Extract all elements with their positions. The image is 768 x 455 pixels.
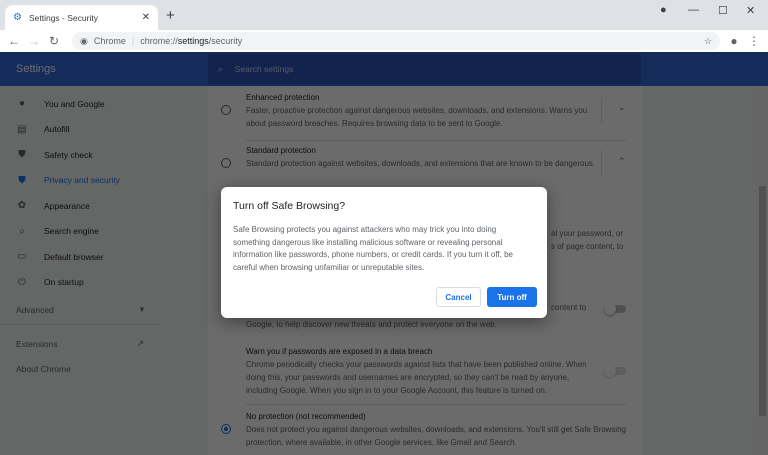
settings-header: Settings ⌕ Search settings bbox=[0, 52, 768, 86]
search-icon: ⌕ bbox=[218, 63, 223, 74]
minimize-button[interactable]: — bbox=[688, 4, 699, 16]
partial-text-1: al your password, or bbox=[551, 229, 624, 238]
forward-icon[interactable]: → bbox=[24, 34, 44, 48]
palette-icon: ✿ bbox=[17, 200, 27, 212]
dialog-title: Turn off Safe Browsing? bbox=[233, 200, 346, 212]
address-bar[interactable]: ◉ Chrome | chrome://settings/security ☆ bbox=[72, 32, 720, 50]
sidebar-about-chrome[interactable]: About Chrome bbox=[0, 356, 160, 381]
chrome-icon: ◉ bbox=[80, 35, 88, 46]
sidebar-item-privacy[interactable]: ⛊ Privacy and security bbox=[0, 168, 200, 194]
option-no-protection: No protection (not recommended) Does not … bbox=[246, 412, 626, 447]
maximize-button[interactable]: ☐ bbox=[718, 4, 728, 17]
shield-check-icon: ⛊ bbox=[18, 149, 26, 161]
profile-menu-icon[interactable]: ● bbox=[660, 4, 667, 16]
site-chip: Chrome bbox=[93, 36, 126, 46]
sidebar-item-autofill[interactable]: ▤ Autofill bbox=[0, 117, 200, 143]
tab-title: Settings - Security bbox=[28, 12, 98, 23]
sidebar-item-on-startup[interactable]: ⏻ On startup bbox=[0, 270, 200, 296]
back-icon[interactable]: ← bbox=[4, 34, 24, 48]
radio-standard[interactable] bbox=[221, 158, 231, 168]
account-icon[interactable]: ● bbox=[724, 34, 744, 48]
url-text: chrome://settings/security bbox=[140, 36, 243, 46]
sidebar-item-search-engine[interactable]: ⌕ Search engine bbox=[0, 219, 200, 245]
turn-off-button[interactable]: Turn off bbox=[487, 287, 537, 307]
shield-icon: ⛊ bbox=[18, 174, 26, 186]
expand-enhanced-icon[interactable]: ⌄ bbox=[618, 102, 626, 113]
external-link-icon: ↗ bbox=[136, 338, 144, 348]
turn-off-safe-browsing-dialog: Turn off Safe Browsing? Safe Browsing pr… bbox=[221, 187, 547, 318]
menu-icon[interactable]: ⋮ bbox=[744, 34, 764, 48]
option-enhanced: Enhanced protection Faster, proactive pro… bbox=[246, 93, 588, 128]
reload-icon[interactable]: ↻ bbox=[44, 34, 64, 48]
power-icon: ⏻ bbox=[18, 276, 26, 288]
browser-icon: ▭ bbox=[17, 251, 27, 263]
toggle-help-improve[interactable] bbox=[604, 303, 626, 315]
close-tab-icon[interactable]: ✕ bbox=[142, 12, 150, 23]
tab-strip: ⚙ Settings - Security ✕ + ● — ☐ ✕ bbox=[0, 0, 768, 30]
toggle-password-breach[interactable] bbox=[604, 365, 626, 377]
search-icon: ⌕ bbox=[19, 225, 25, 237]
search-input[interactable]: ⌕ Search settings bbox=[208, 54, 641, 84]
sidebar-item-appearance[interactable]: ✿ Appearance bbox=[0, 193, 200, 219]
radio-enhanced[interactable] bbox=[221, 105, 231, 115]
bookmark-star-icon[interactable]: ☆ bbox=[704, 36, 712, 47]
scrollbar-thumb[interactable] bbox=[759, 186, 766, 416]
search-placeholder: Search settings bbox=[234, 64, 294, 74]
partial-text-4: Google, to help discover new threats and… bbox=[246, 320, 497, 329]
page-title: Settings bbox=[16, 63, 56, 75]
radio-no-protection[interactable] bbox=[221, 424, 231, 434]
dropdown-arrow-icon: ▾ bbox=[139, 304, 144, 314]
gear-icon: ⚙ bbox=[13, 12, 22, 23]
clipboard-icon: ▤ bbox=[17, 123, 27, 135]
sidebar-item-you-and-google[interactable]: ● You and Google bbox=[0, 91, 200, 117]
close-window-button[interactable]: ✕ bbox=[746, 4, 755, 17]
partial-text-2: s of page content, to bbox=[551, 242, 624, 251]
sidebar-advanced[interactable]: Advanced ▾ bbox=[0, 295, 160, 325]
new-tab-button[interactable]: + bbox=[166, 7, 175, 24]
collapse-standard-icon[interactable]: ⌃ bbox=[618, 156, 626, 167]
sidebar-item-default-browser[interactable]: ▭ Default browser bbox=[0, 244, 200, 270]
partial-text-3: content to bbox=[551, 303, 587, 312]
toolbar: ← → ↻ ◉ Chrome | chrome://settings/secur… bbox=[0, 30, 768, 52]
sidebar: ● You and Google ▤ Autofill ⛊ Safety check … bbox=[0, 86, 200, 381]
cancel-button[interactable]: Cancel bbox=[436, 287, 481, 307]
option-standard: Standard protection Standard protection a… bbox=[246, 146, 596, 168]
tab-settings[interactable]: ⚙ Settings - Security ✕ bbox=[5, 5, 158, 30]
sidebar-item-safety-check[interactable]: ⛊ Safety check bbox=[0, 142, 200, 168]
option-breach-warning: Warn you if passwords are exposed in a d… bbox=[246, 347, 587, 395]
sidebar-extensions[interactable]: Extensions ↗ bbox=[0, 331, 160, 356]
person-icon: ● bbox=[18, 98, 26, 110]
dialog-body: Safe Browsing protects you against attac… bbox=[233, 225, 513, 273]
scrollbar[interactable] bbox=[757, 86, 768, 455]
